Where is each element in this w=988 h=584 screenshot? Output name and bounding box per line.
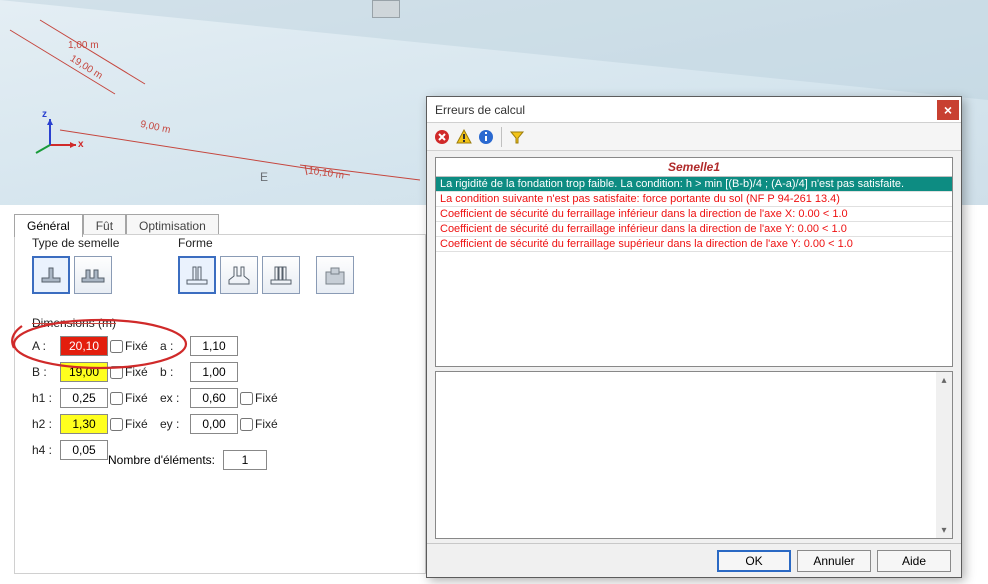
fixe-label: Fixé bbox=[125, 365, 148, 379]
fixe-label: Fixé bbox=[255, 391, 278, 405]
dialog-title-text: Erreurs de calcul bbox=[435, 103, 525, 117]
input-h2[interactable] bbox=[60, 414, 108, 434]
close-icon: × bbox=[944, 102, 952, 118]
warning-filter-icon[interactable] bbox=[455, 128, 473, 146]
input-B[interactable] bbox=[60, 362, 108, 382]
fixe-label: Fixé bbox=[255, 417, 278, 431]
input-b[interactable] bbox=[190, 362, 238, 382]
error-row[interactable]: La rigidité de la fondation trop faible.… bbox=[436, 177, 952, 192]
error-row[interactable]: Coefficient de sécurité du ferraillage i… bbox=[436, 207, 952, 222]
shape-opt-1[interactable] bbox=[178, 256, 216, 294]
input-h1[interactable] bbox=[60, 388, 108, 408]
checkbox-h2-fixe[interactable] bbox=[110, 418, 123, 431]
label-b: b : bbox=[160, 365, 190, 379]
dim-label: 1,00 m bbox=[68, 40, 99, 51]
close-button[interactable]: × bbox=[937, 100, 959, 120]
checkbox-h1-fixe[interactable] bbox=[110, 392, 123, 405]
row-nb-elements: Nombre d'éléments: bbox=[108, 450, 267, 470]
error-row[interactable]: Coefficient de sécurité du ferraillage i… bbox=[436, 222, 952, 237]
dialog-errors: Erreurs de calcul × Semelle1 La rigidité… bbox=[426, 96, 962, 578]
fixe-label: Fixé bbox=[125, 417, 148, 431]
label-h4: h4 : bbox=[32, 443, 60, 457]
error-detail-pane: ▴ ▾ bbox=[435, 371, 953, 539]
error-row[interactable]: La condition suivante n'est pas satisfai… bbox=[436, 192, 952, 207]
column-3d bbox=[372, 0, 400, 18]
shape-preview[interactable] bbox=[316, 256, 354, 294]
error-table-header: Semelle1 bbox=[436, 158, 952, 177]
group-dimensions: Dimensions (m) A : Fixé a : B : Fixé b :… bbox=[32, 316, 290, 460]
checkbox-ey-fixe[interactable] bbox=[240, 418, 253, 431]
funnel-icon[interactable] bbox=[508, 128, 526, 146]
group-title: Dimensions (m) bbox=[32, 316, 290, 330]
group-title: Type de semelle bbox=[32, 236, 119, 250]
dialog-toolbar bbox=[427, 123, 961, 151]
checkbox-B-fixe[interactable] bbox=[110, 366, 123, 379]
label-nb-elements: Nombre d'éléments: bbox=[108, 453, 215, 467]
group-type-semelle: Type de semelle bbox=[32, 236, 119, 294]
input-ex[interactable] bbox=[190, 388, 238, 408]
checkbox-A-fixe[interactable] bbox=[110, 340, 123, 353]
group-title: Forme bbox=[178, 236, 354, 250]
dialog-footer: OK Annuler Aide bbox=[427, 543, 961, 577]
input-A[interactable] bbox=[60, 336, 108, 356]
shape-opt-3[interactable] bbox=[262, 256, 300, 294]
footing-type-strip[interactable] bbox=[74, 256, 112, 294]
label-h2: h2 : bbox=[32, 417, 60, 431]
label-ey: ey : bbox=[160, 417, 190, 431]
shape-opt-2[interactable] bbox=[220, 256, 258, 294]
group-forme: Forme bbox=[178, 236, 354, 294]
error-row[interactable]: Coefficient de sécurité du ferraillage s… bbox=[436, 237, 952, 252]
error-table[interactable]: Semelle1 La rigidité de la fondation tro… bbox=[435, 157, 953, 367]
error-filter-icon[interactable] bbox=[433, 128, 451, 146]
label-A: A : bbox=[32, 339, 60, 353]
marker-e: E bbox=[260, 170, 268, 184]
footing-type-spread[interactable] bbox=[32, 256, 70, 294]
ok-button[interactable]: OK bbox=[717, 550, 791, 572]
label-ex: ex : bbox=[160, 391, 190, 405]
cancel-button[interactable]: Annuler bbox=[797, 550, 871, 572]
scrollbar[interactable]: ▴ ▾ bbox=[936, 372, 952, 538]
axis-gizmo: x z bbox=[40, 115, 80, 155]
dialog-titlebar[interactable]: Erreurs de calcul × bbox=[427, 97, 961, 123]
input-a[interactable] bbox=[190, 336, 238, 356]
info-filter-icon[interactable] bbox=[477, 128, 495, 146]
fixe-label: Fixé bbox=[125, 391, 148, 405]
fixe-label: Fixé bbox=[125, 339, 148, 353]
label-h1: h1 : bbox=[32, 391, 60, 405]
help-button[interactable]: Aide bbox=[877, 550, 951, 572]
scroll-up-icon[interactable]: ▴ bbox=[936, 372, 952, 388]
input-ey[interactable] bbox=[190, 414, 238, 434]
input-h4[interactable] bbox=[60, 440, 108, 460]
checkbox-ex-fixe[interactable] bbox=[240, 392, 253, 405]
label-B: B : bbox=[32, 365, 60, 379]
input-nb-elements[interactable] bbox=[223, 450, 267, 470]
tab-general[interactable]: Général bbox=[14, 214, 83, 237]
scroll-down-icon[interactable]: ▾ bbox=[936, 522, 952, 538]
label-a: a : bbox=[160, 339, 190, 353]
